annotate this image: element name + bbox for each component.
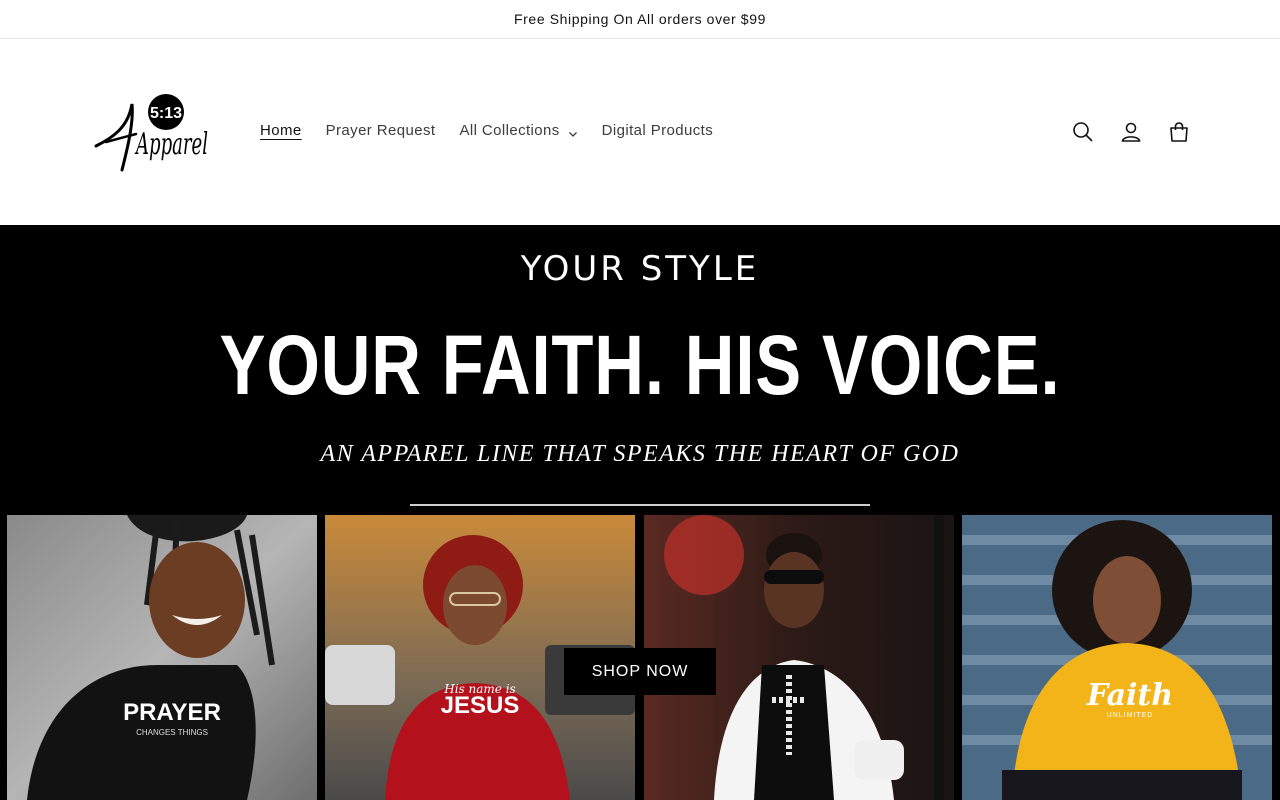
logo[interactable]: 5:13 Apparel (92, 94, 212, 174)
shirt-text-faith: Faith (1086, 678, 1173, 713)
main-nav: Home Prayer Request All Collections Digi… (260, 122, 737, 139)
nav-all-collections[interactable]: All Collections (459, 122, 577, 139)
nav-prayer-request[interactable]: Prayer Request (326, 122, 436, 139)
hero-kicker: YOUR STYLE (520, 249, 760, 289)
hero-photo-faith-sweatshirt: Faith UNLIMITED (962, 515, 1272, 800)
logo-mark: 5:13 Apparel (94, 94, 208, 172)
header-icons (1070, 119, 1192, 145)
nav-prayer-request-label: Prayer Request (325, 122, 436, 139)
nav-all-collections-label: All Collections (459, 122, 560, 139)
hero-banner: YOUR STYLE YOUR FAITH. HIS VOICE. AN APP… (0, 225, 1280, 800)
search-icon[interactable] (1070, 119, 1096, 145)
nav-home-label: Home (260, 122, 302, 139)
shirt-text-jesus: JESUS (441, 692, 520, 719)
announcement-bar: Free Shipping On All orders over $99 (0, 0, 1280, 39)
hero-title: YOUR FAITH. HIS VOICE. (219, 318, 1061, 412)
chevron-down-icon (568, 126, 578, 137)
hero-subtitle: AN APPAREL LINE THAT SPEAKS THE HEART OF… (320, 441, 960, 467)
cart-icon[interactable] (1166, 119, 1192, 145)
svg-text:UNLIMITED: UNLIMITED (1107, 712, 1154, 719)
hero-divider (410, 504, 870, 506)
nav-digital-products[interactable]: Digital Products (602, 122, 713, 139)
nav-digital-products-label: Digital Products (601, 122, 714, 139)
nav-home[interactable]: Home (260, 122, 302, 139)
announcement-text: Free Shipping On All orders over $99 (514, 11, 766, 27)
shop-now-button[interactable]: SHOP NOW (564, 648, 716, 695)
svg-text:5:13: 5:13 (150, 105, 182, 122)
svg-text:CHANGES THINGS: CHANGES THINGS (136, 728, 208, 737)
shirt-text-prayer: PRAYER (123, 699, 221, 726)
hero-photo-prayer-tee: PRAYER CHANGES THINGS (7, 515, 317, 800)
logo-wordmark: Apparel (134, 127, 208, 162)
site-header: 5:13 Apparel Home Prayer Request All Col… (0, 39, 1280, 225)
account-icon[interactable] (1118, 119, 1144, 145)
